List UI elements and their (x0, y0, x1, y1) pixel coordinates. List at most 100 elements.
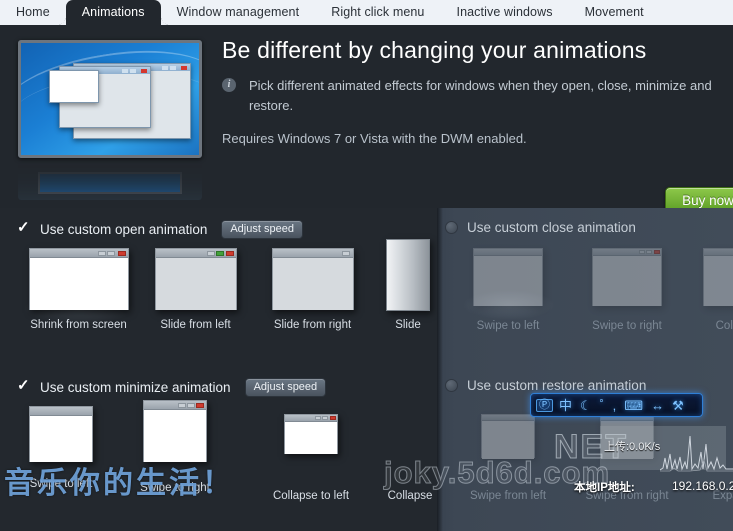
close-glyph-icon (181, 65, 187, 70)
window-thumbnail (271, 248, 354, 310)
desktop-preview-reflection (18, 162, 202, 200)
ime-punctuation-icon[interactable]: ゜, (598, 398, 619, 413)
maximize-glyph-icon (322, 416, 328, 420)
window-body (144, 410, 206, 462)
minimize-glyph-icon (178, 403, 186, 408)
preview-window-front (49, 70, 99, 103)
close-option-collapse[interactable]: Collapse (693, 248, 733, 332)
window-thumbnail (703, 248, 733, 306)
window-body (272, 258, 353, 310)
ime-settings-icon[interactable]: ⚒ (670, 398, 686, 413)
close-option-swipe-to-left[interactable]: Swipe to left (453, 248, 563, 332)
window-body (704, 256, 733, 306)
option-label: Slide from left (160, 319, 231, 331)
window-thumbnail (592, 248, 662, 306)
ime-logo-icon[interactable]: Ⓟ (536, 398, 553, 412)
close-animation-checkbox[interactable] (445, 221, 458, 234)
site-watermark: joky.5d6d.com (384, 455, 611, 491)
window-titlebar (144, 401, 206, 410)
option-label: Swipe to left (476, 320, 540, 332)
open-option-slide-from-right[interactable]: Slide from right (255, 248, 370, 331)
window-thumbnail (143, 400, 207, 462)
window-titlebar (29, 249, 128, 258)
maximize-glyph-icon (341, 251, 350, 256)
close-option-swipe-to-right[interactable]: Swipe to right (572, 248, 682, 332)
window-titlebar (155, 249, 236, 258)
window-titlebar (704, 249, 733, 256)
close-glyph-icon (225, 251, 234, 256)
window-thumbnail (154, 248, 237, 310)
hero-description: i Pick different animated effects for wi… (222, 76, 727, 116)
network-traffic-graph (660, 435, 733, 472)
window-titlebar (593, 249, 661, 256)
desktop-preview-image (18, 40, 202, 158)
minimize-animation-header: Use custom minimize animation Adjust spe… (17, 376, 327, 397)
restore-animation-checkbox[interactable] (445, 379, 458, 392)
open-option-shrink-from-screen[interactable]: Shrink from screen (12, 248, 145, 331)
window-body (155, 258, 236, 310)
tab-movement[interactable]: Movement (569, 0, 660, 25)
window-thumbnail (382, 239, 430, 316)
maximize-glyph-icon (187, 403, 195, 408)
reflection-block (38, 172, 182, 194)
minimize-glyph-icon (162, 65, 168, 70)
open-adjust-speed-button[interactable]: Adjust speed (221, 220, 303, 239)
close-glyph-icon (654, 250, 660, 254)
open-option-slide-from-left[interactable]: Slide from left (138, 248, 253, 331)
window-titlebar (474, 249, 542, 256)
close-animation-label: Use custom close animation (467, 220, 636, 235)
hero-requirement: Requires Windows 7 or Vista with the DWM… (222, 131, 527, 146)
info-icon: i (222, 78, 236, 92)
window-thumbnail (29, 406, 93, 462)
hero-description-text: Pick different animated effects for wind… (249, 78, 712, 114)
window-body (593, 256, 661, 306)
minimize-glyph-icon (122, 68, 128, 73)
tab-window-management[interactable]: Window management (161, 0, 316, 25)
window-thumbnail (473, 248, 543, 306)
option-label: Slide from right (273, 319, 352, 331)
maximize-glyph-icon (646, 250, 652, 254)
close-glyph-icon (330, 416, 336, 420)
tab-right-click-menu[interactable]: Right click menu (315, 0, 440, 25)
option-label: Slide (395, 319, 421, 331)
local-ip-value: 192.168.0.2 (672, 479, 733, 493)
ime-keyboard-icon[interactable]: ⌨ (622, 398, 645, 413)
window-body (29, 258, 128, 310)
close-glyph-icon (141, 68, 147, 73)
tab-inactive-windows[interactable]: Inactive windows (441, 0, 569, 25)
window-stack-shadow (382, 244, 426, 316)
open-option-slide[interactable]: Slide (372, 239, 444, 331)
option-label: Collapse to left (272, 490, 350, 502)
hero-banner: Be different by changing your animations… (0, 25, 733, 208)
window-thumbnail (481, 414, 535, 459)
close-animation-header: Use custom close animation (445, 220, 636, 235)
buy-now-button[interactable]: Buy now (665, 187, 733, 208)
minimize-glyph-icon (206, 251, 215, 256)
window-titlebar (482, 415, 534, 421)
maximize-glyph-icon (170, 65, 176, 70)
restore-animation-header: Use custom restore animation (445, 378, 646, 393)
minimize-glyph-icon (97, 251, 106, 256)
minimize-adjust-speed-button[interactable]: Adjust speed (244, 378, 327, 397)
minimize-animation-checkbox[interactable] (17, 376, 31, 394)
minimize-glyph-icon (639, 250, 645, 254)
tab-home[interactable]: Home (0, 0, 66, 25)
minimize-option-collapse-to-left[interactable]: Collapse to left (255, 414, 367, 502)
ime-moon-icon[interactable]: ☾ (578, 398, 594, 413)
ime-chinese-mode-icon[interactable]: 中 (557, 398, 574, 413)
window-thumbnail (28, 248, 129, 310)
close-glyph-icon (117, 251, 126, 256)
ime-soft-input-icon[interactable]: ↔ (649, 398, 666, 413)
page-title: Be different by changing your animations (222, 37, 647, 63)
option-label: Collapse (715, 320, 733, 332)
window-thumbnail (284, 414, 338, 454)
desktop-preview (18, 40, 202, 200)
hero-text-block: Be different by changing your animations… (222, 37, 733, 116)
window-body (482, 421, 534, 459)
tab-animations[interactable]: Animations (56, 0, 170, 25)
restore-animation-label: Use custom restore animation (467, 378, 647, 393)
open-animation-checkbox[interactable] (17, 218, 31, 236)
ime-language-bar[interactable]: Ⓟ 中 ☾ ゜, ⌨ ↔ ⚒ (530, 393, 703, 417)
option-label: Swipe to right (592, 320, 662, 332)
minimize-glyph-icon (315, 416, 321, 420)
